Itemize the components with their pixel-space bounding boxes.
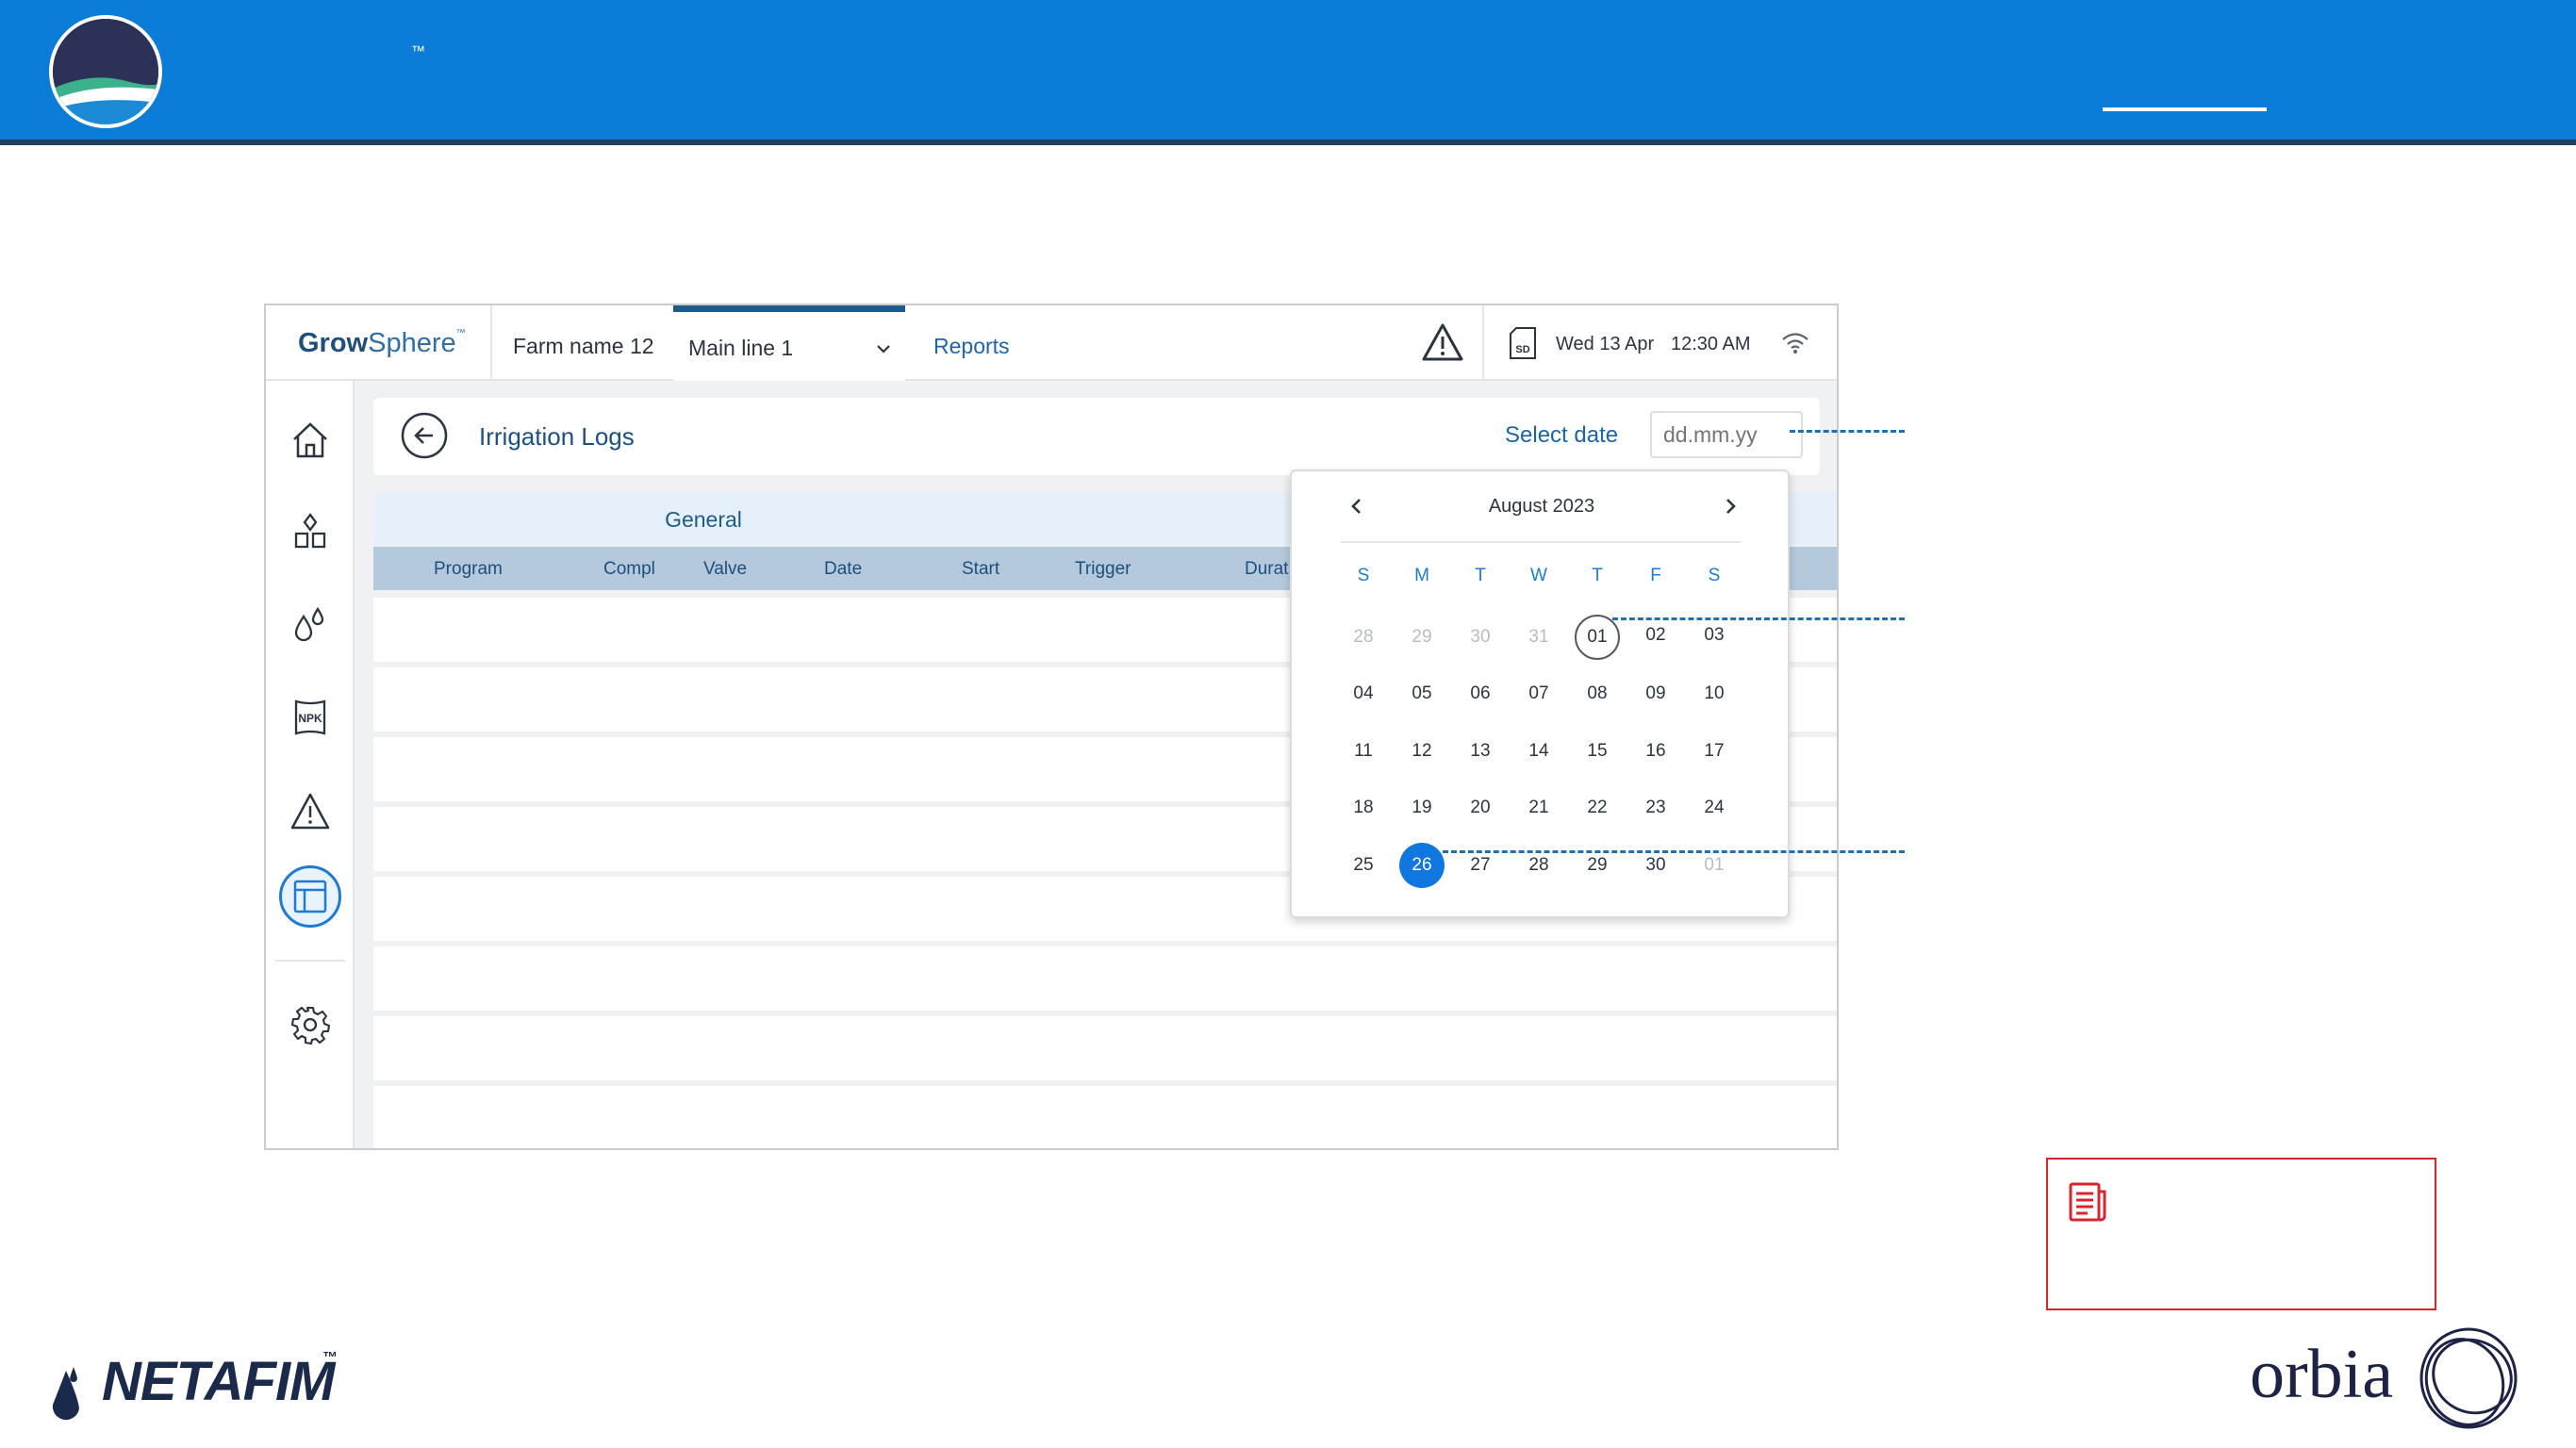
calendar-month-label: August 2023 [1488,496,1595,517]
topbar-separator [490,305,492,381]
calendar-day[interactable]: 12 [1399,729,1445,774]
table-row[interactable] [373,1086,1837,1148]
calendar-day[interactable]: 14 [1516,729,1561,774]
calendar-day[interactable]: 20 [1458,785,1503,831]
sidebar-divider [275,960,345,962]
select-date-label: Select date [1505,422,1619,448]
slide: ™ GrowSphere™ Farm name 12 Main line 1 R… [0,0,2576,1448]
calendar-divider [1341,541,1741,543]
column-program[interactable]: Program [434,559,503,580]
sidebar: NPK [266,381,355,1148]
calendar-day[interactable]: 25 [1341,843,1386,888]
calendar-day[interactable]: 22 [1575,785,1620,831]
calendar-day-today[interactable]: 01 [1575,615,1620,660]
growsphere-brand: GrowSphere™ [298,328,466,359]
page-title: Irrigation Logs [479,422,635,451]
calendar-day[interactable]: 06 [1458,671,1503,716]
netafim-logo: NETAFIM ™ [45,1346,347,1431]
annotation-line-date-input [1790,430,1905,433]
calendar-day[interactable]: 24 [1692,785,1737,831]
tab-reports[interactable]: Reports [933,334,1010,359]
current-date: Wed 13 Apr [1556,334,1655,354]
alert-icon[interactable] [1422,322,1463,362]
table-group-label: General [665,507,742,532]
netafim-drop-icon [52,1367,79,1421]
orbia-wordmark: orbia [2250,1336,2394,1413]
calendar-day[interactable]: 18 [1341,785,1386,831]
netafim-wordmark: NETAFIM [102,1351,335,1412]
npk-label: NPK [298,712,322,725]
calendar-day[interactable]: 04 [1341,671,1386,716]
calendar-day[interactable]: 28 [1341,615,1386,660]
logs-table-icon[interactable] [289,875,332,918]
weekday-fri: F [1650,566,1661,585]
page-header: Irrigation Logs Select date [373,398,1820,475]
brand-bold: Grow [298,328,369,358]
calendar-day[interactable]: 10 [1692,671,1737,716]
note-box [2046,1158,2436,1310]
calendar-day[interactable]: 08 [1575,671,1620,716]
annotation-line-today [1612,617,1905,620]
column-trigger[interactable]: Trigger [1075,559,1131,580]
sd-card-icon: SD [1510,327,1536,359]
calendar-day[interactable]: 16 [1633,729,1678,774]
valves-icon[interactable] [289,511,332,554]
weekday-mon: M [1414,566,1429,585]
brand-tm: ™ [455,328,466,338]
calendar-day[interactable]: 05 [1399,671,1445,716]
calendar-day[interactable]: 30 [1458,615,1503,660]
water-drops-icon[interactable] [289,603,332,647]
calendar-day[interactable]: 07 [1516,671,1561,716]
document-note-icon [2069,1182,2106,1222]
farm-name[interactable]: Farm name 12 [513,334,654,359]
column-date[interactable]: Date [824,559,862,580]
calendar-day[interactable]: 23 [1633,785,1678,831]
table-row[interactable] [373,946,1837,1011]
weekday-wed: W [1530,566,1547,585]
current-time: 12:30 AM [1671,334,1751,354]
calendar-day[interactable]: 11 [1341,729,1386,774]
calendar-day[interactable]: 13 [1458,729,1503,774]
wifi-icon [1782,333,1808,354]
top-banner [0,0,2576,140]
table-row[interactable] [373,1016,1837,1080]
orbia-mark-icon [2419,1327,2518,1429]
main-line-label: Main line 1 [688,336,794,360]
calendar-day[interactable]: 19 [1399,785,1445,831]
home-icon[interactable] [289,419,332,462]
calendar-day[interactable]: 09 [1633,671,1678,716]
sd-label: SD [1515,344,1529,355]
banner-trademark: ™ [411,43,425,59]
app-topbar: GrowSphere™ Farm name 12 Main line 1 Rep… [266,305,1837,381]
brand-thin: Sphere [368,328,456,358]
main-line-dropdown[interactable]: Main line 1 [673,305,905,381]
weekday-tue: T [1475,566,1486,585]
back-arrow-icon[interactable] [400,411,449,460]
fertilizer-npk-icon[interactable]: NPK [289,696,332,739]
netafim-tm: ™ [322,1350,338,1366]
date-input[interactable] [1650,411,1803,458]
weekday-sat: S [1708,566,1721,585]
settings-gear-icon[interactable] [289,1003,332,1046]
growsphere-logo-icon [49,15,162,128]
column-start[interactable]: Start [962,559,999,580]
weekday-sun: S [1357,566,1370,585]
calendar-day-selected[interactable]: 26 [1399,843,1445,888]
chevron-down-icon [877,345,890,354]
weekday-thu: T [1592,566,1603,585]
banner-underline [2103,107,2267,111]
topbar-separator [1482,305,1484,381]
chevron-right-icon[interactable] [1720,496,1741,517]
banner-divider [0,140,2576,145]
annotation-line-selected [1443,850,1905,853]
calendar-day[interactable]: 29 [1399,615,1445,660]
alarms-icon[interactable] [289,790,332,833]
calendar-day[interactable]: 31 [1516,615,1561,660]
calendar-day[interactable]: 21 [1516,785,1561,831]
column-valve[interactable]: Valve [703,559,747,580]
calendar-day[interactable]: 15 [1575,729,1620,774]
column-compl[interactable]: Compl [603,559,655,580]
column-duration[interactable]: Durat [1245,559,1288,580]
calendar-day[interactable]: 17 [1692,729,1737,774]
